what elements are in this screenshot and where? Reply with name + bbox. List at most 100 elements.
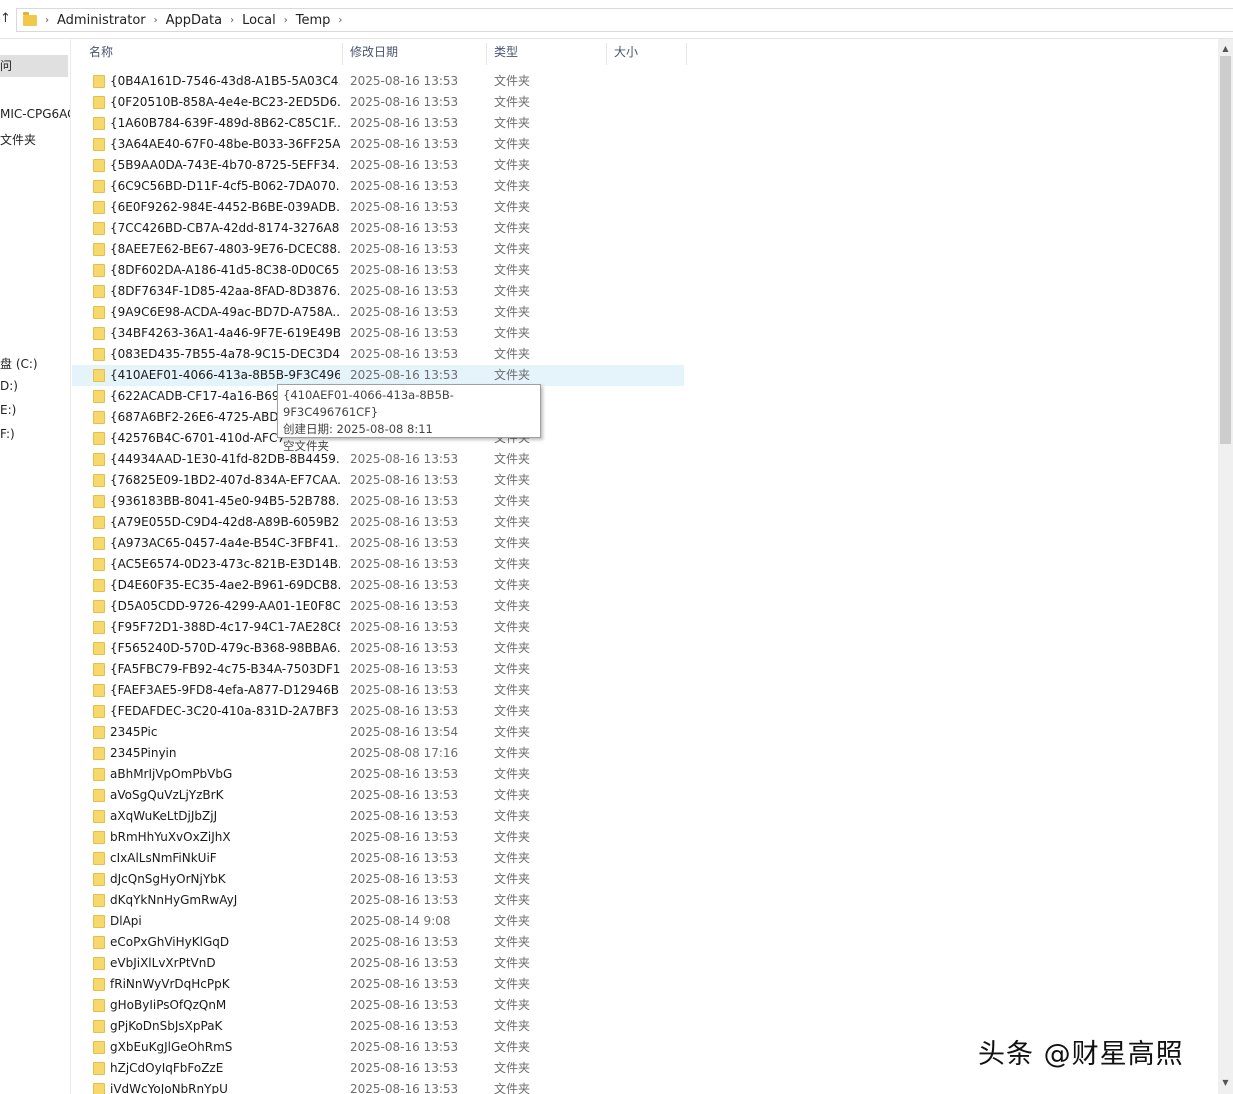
scroll-up-arrow-icon[interactable]: ▲ (1218, 41, 1233, 56)
column-divider[interactable] (606, 43, 607, 65)
folder-icon (93, 75, 105, 88)
file-row[interactable]: {A973AC65-0457-4a4e-B54C-3FBF41... 2025-0… (72, 533, 692, 554)
file-type: 文件夹 (494, 641, 531, 655)
file-date: 2025-08-16 13:53 (350, 95, 459, 109)
file-row[interactable]: {8AEE7E62-BE67-4803-9E76-DCEC88... 2025-0… (72, 239, 692, 260)
file-row[interactable]: {D4E60F35-EC35-4ae2-B961-69DCB8... 2025-0… (72, 575, 692, 596)
file-row[interactable]: 2345Pinyin 2025-08-08 17:16 文件夹 (72, 743, 692, 764)
column-header-size[interactable]: 大小 (614, 39, 638, 65)
nav-item-quick-access[interactable]: 问 (0, 55, 68, 77)
nav-item-folders[interactable]: 文件夹 (0, 131, 36, 148)
chevron-right-icon[interactable]: › (45, 15, 49, 26)
file-row[interactable]: {8DF7634F-1D85-42aa-8FAD-8D3876... 2025-0… (72, 281, 692, 302)
file-name: {34BF4263-36A1-4a46-9F7E-619E49B... (110, 326, 340, 340)
column-divider[interactable] (486, 43, 487, 65)
folder-icon (93, 999, 105, 1012)
column-header-date[interactable]: 修改日期 (350, 39, 398, 65)
file-type: 文件夹 (494, 1019, 531, 1033)
file-row[interactable]: gHoByIiPsOfQzQnM 2025-08-16 13:53 文件夹 (72, 995, 692, 1016)
file-row[interactable]: {9A9C6E98-ACDA-49ac-BD7D-A758A... 2025-08… (72, 302, 692, 323)
breadcrumb-appdata[interactable]: AppData (166, 13, 222, 28)
file-row[interactable]: {1A60B784-639F-489d-8B62-C85C1F... 2025-0… (72, 113, 692, 134)
file-type: 文件夹 (494, 473, 531, 487)
file-row[interactable]: {410AEF01-4066-413a-8B5B-9F3C496... 2025-… (72, 365, 684, 386)
file-date: 2025-08-16 13:53 (350, 998, 459, 1012)
file-row[interactable]: {D5A05CDD-9726-4299-AA01-1E0F8C... 2025-0… (72, 596, 692, 617)
nav-item-drive-c[interactable]: 盘 (C:) (0, 355, 38, 372)
file-row[interactable]: eCoPxGhViHyKlGqD 2025-08-16 13:53 文件夹 (72, 932, 692, 953)
file-row[interactable]: bRmHhYuXvOxZiJhX 2025-08-16 13:53 文件夹 (72, 827, 692, 848)
chevron-right-icon[interactable]: › (284, 15, 288, 26)
chevron-right-icon[interactable]: › (338, 15, 342, 26)
folder-icon (93, 852, 105, 865)
file-row[interactable]: {0B4A161D-7546-43d8-A1B5-5A03C4... 2025-0… (72, 71, 692, 92)
nav-item-this-pc[interactable]: MIC-CPG6AC (0, 107, 70, 121)
file-name: {9A9C6E98-ACDA-49ac-BD7D-A758A... (110, 305, 340, 319)
folder-icon (93, 663, 105, 676)
file-row[interactable]: {6E0F9262-984E-4452-B6BE-039ADB... 2025-0… (72, 197, 692, 218)
file-row[interactable]: DlApi 2025-08-14 9:08 文件夹 (72, 911, 692, 932)
file-row[interactable]: {6C9C56BD-D11F-4cf5-B062-7DA070... 2025-0… (72, 176, 692, 197)
file-row[interactable]: {5B9AA0DA-743E-4b70-8725-5EFF34... 2025-0… (72, 155, 692, 176)
file-row[interactable]: {8DF602DA-A186-41d5-8C38-0D0C65... 2025-0… (72, 260, 692, 281)
file-list: ˄ 名称 修改日期 类型 大小 {0B4A161D-7546-43d8-A1B5… (72, 39, 1218, 1094)
file-row[interactable]: cIxAlLsNmFiNkUiF 2025-08-16 13:53 文件夹 (72, 848, 692, 869)
file-date: 2025-08-16 13:53 (350, 872, 459, 886)
column-divider[interactable] (342, 43, 343, 65)
file-row[interactable]: {34BF4263-36A1-4a46-9F7E-619E49B... 2025-… (72, 323, 692, 344)
file-row[interactable]: dKqYkNnHyGmRwAyJ 2025-08-16 13:53 文件夹 (72, 890, 692, 911)
column-header-name[interactable]: 名称 (89, 39, 113, 65)
file-name: {FEDAFDEC-3C20-410a-831D-2A7BF3... (110, 704, 340, 718)
column-header-type[interactable]: 类型 (494, 39, 518, 65)
file-row[interactable]: {083ED435-7B55-4a78-9C15-DEC3D4... 2025-0… (72, 344, 692, 365)
file-row[interactable]: {3A64AE40-67F0-48be-B033-36FF25A... 2025-… (72, 134, 692, 155)
file-row[interactable]: {7CC426BD-CB7A-42dd-8174-3276A8... 2025-0… (72, 218, 692, 239)
file-row[interactable]: {F95F72D1-388D-4c17-94C1-7AE28C8... 2025-… (72, 617, 692, 638)
file-date: 2025-08-16 13:53 (350, 242, 459, 256)
up-arrow-icon[interactable]: ↑ (0, 10, 14, 28)
file-date: 2025-08-16 13:53 (350, 368, 459, 382)
file-name: {0F20510B-858A-4e4e-BC23-2ED5D6... (110, 95, 340, 109)
nav-item-drive-d[interactable]: D:) (0, 379, 18, 393)
file-row[interactable]: {0F20510B-858A-4e4e-BC23-2ED5D6... 2025-0… (72, 92, 692, 113)
file-row[interactable]: hZjCdOyIqFbFoZzE 2025-08-16 13:53 文件夹 (72, 1058, 692, 1079)
navigation-pane: 问 MIC-CPG6AC 文件夹 盘 (C:) D:) E:) F:) (0, 39, 71, 1094)
chevron-right-icon[interactable]: › (154, 15, 158, 26)
file-row[interactable]: iVdWcYoJoNbRnYpU 2025-08-16 13:53 文件夹 (72, 1079, 692, 1094)
column-divider[interactable] (686, 43, 687, 65)
file-row[interactable]: fRiNnWyVrDqHcPpK 2025-08-16 13:53 文件夹 (72, 974, 692, 995)
file-row[interactable]: aVoSgQuVzLjYzBrK 2025-08-16 13:53 文件夹 (72, 785, 692, 806)
file-row[interactable]: {FEDAFDEC-3C20-410a-831D-2A7BF3... 2025-0… (72, 701, 692, 722)
file-row[interactable]: gXbEuKgJlGeOhRmS 2025-08-16 13:53 文件夹 (72, 1037, 692, 1058)
scrollbar-thumb[interactable] (1220, 56, 1231, 444)
file-type: 文件夹 (494, 221, 531, 235)
breadcrumb-local[interactable]: Local (242, 13, 276, 28)
file-row[interactable]: aXqWuKeLtDjJbZjJ 2025-08-16 13:53 文件夹 (72, 806, 692, 827)
file-row[interactable]: {AC5E6574-0D23-473c-821B-E3D14B... 2025-0… (72, 554, 692, 575)
file-row[interactable]: gPjKoDnSbJsXpPaK 2025-08-16 13:53 文件夹 (72, 1016, 692, 1037)
file-name: {D5A05CDD-9726-4299-AA01-1E0F8C... (110, 599, 340, 613)
breadcrumb-administrator[interactable]: Administrator (57, 13, 146, 28)
folder-icon (93, 579, 105, 592)
file-row[interactable]: {76825E09-1BD2-407d-834A-EF7CAA... 2025-0… (72, 470, 692, 491)
address-box[interactable]: › Administrator › AppData › Local › Temp… (16, 8, 1233, 32)
file-row[interactable]: eVbJiXlLvXrPtVnD 2025-08-16 13:53 文件夹 (72, 953, 692, 974)
chevron-right-icon[interactable]: › (230, 15, 234, 26)
file-row[interactable]: 2345Pic 2025-08-16 13:54 文件夹 (72, 722, 692, 743)
file-row[interactable]: {A79E055D-C9D4-42d8-A89B-6059B2... 2025-0… (72, 512, 692, 533)
nav-item-drive-f[interactable]: F:) (0, 427, 15, 441)
breadcrumb-temp[interactable]: Temp (296, 13, 331, 28)
vertical-scrollbar[interactable]: ▲ ▼ (1218, 39, 1233, 1094)
scroll-down-arrow-icon[interactable]: ▼ (1218, 1075, 1233, 1090)
file-row[interactable]: dJcQnSgHyOrNjYbK 2025-08-16 13:53 文件夹 (72, 869, 692, 890)
nav-item-drive-e[interactable]: E:) (0, 403, 16, 417)
folder-icon (93, 264, 105, 277)
file-name: {083ED435-7B55-4a78-9C15-DEC3D4... (110, 347, 340, 361)
file-row[interactable]: aBhMrIjVpOmPbVbG 2025-08-16 13:53 文件夹 (72, 764, 692, 785)
file-row[interactable]: {F565240D-570D-479c-B368-98BBA6... 2025-0… (72, 638, 692, 659)
file-row[interactable]: {936183BB-8041-45e0-94B5-52B788... 2025-0… (72, 491, 692, 512)
file-row[interactable]: {FA5FBC79-FB92-4c75-B34A-7503DF1... 2025-… (72, 659, 692, 680)
file-type: 文件夹 (494, 536, 531, 550)
file-date: 2025-08-16 13:53 (350, 578, 459, 592)
file-row[interactable]: {FAEF3AE5-9FD8-4efa-A877-D12946B... 2025-… (72, 680, 692, 701)
